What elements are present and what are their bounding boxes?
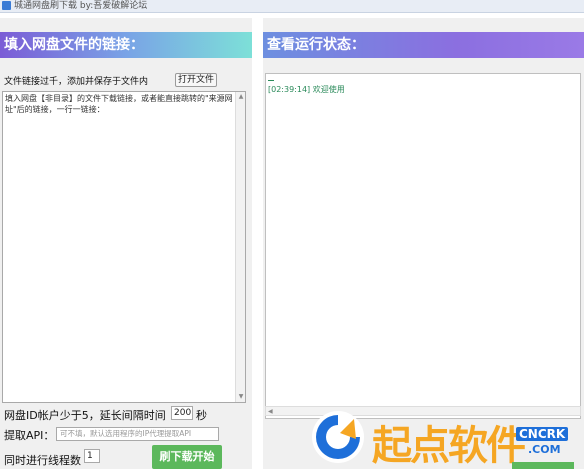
window-title: 城通网盘刷下载 by:吾爱破解论坛 [14, 1, 148, 11]
threads-input[interactable]: 1 [84, 449, 100, 463]
watermark-brand: 起点软件 [372, 423, 526, 469]
scroll-down-icon[interactable]: ▼ [237, 393, 245, 401]
textarea-scrollbar[interactable]: ▲ ▼ [235, 92, 245, 402]
api-input[interactable]: 可不填，默认选用程序的IP代理提取API [56, 427, 219, 441]
threads-label: 同时进行线程数 [4, 454, 81, 467]
app-icon [2, 1, 11, 10]
delay-label: 网盘ID帐户少于5，延长间隔时间 [4, 409, 166, 422]
links-section-header: 填入网盘文件的链接： [0, 32, 252, 58]
left-panel: 填入网盘文件的链接： 文件链接过千，添加并保存于文件内 打开文件 填入网盘【非目… [0, 18, 252, 469]
watermark-badge: CNCRK [516, 427, 569, 441]
status-log[interactable]: [02:39:14] 欢迎使用 [265, 73, 581, 419]
links-textarea[interactable]: 填入网盘【非目录】的文件下载链接，或者能直接跳转的"来源网址"后的链接，一行一链… [2, 91, 246, 403]
status-section-header: 查看运行状态： [263, 32, 584, 58]
api-label: 提取API： [4, 429, 55, 442]
links-textarea-placeholder: 填入网盘【非目录】的文件下载链接，或者能直接跳转的"来源网址"后的链接，一行一链… [5, 94, 233, 114]
open-file-button[interactable]: 打开文件 [175, 73, 217, 87]
delay-unit-label: 秒 [196, 409, 207, 422]
watermark-logo-icon [312, 411, 364, 463]
panel-gap [252, 18, 263, 469]
start-download-button[interactable]: 刷下载开始 [152, 445, 222, 469]
scroll-left-icon[interactable]: ◀ [268, 407, 273, 416]
partial-button-strip [512, 462, 574, 469]
log-caret [268, 80, 274, 81]
log-line: [02:39:14] 欢迎使用 [268, 85, 345, 94]
delay-input[interactable]: 200 [171, 406, 193, 420]
scroll-up-icon[interactable]: ▲ [237, 93, 245, 101]
watermark: 起点软件 CNCRK .COM [290, 405, 584, 469]
file-hint-text: 文件链接过千，添加并保存于文件内 [4, 77, 149, 87]
title-bar: 城通网盘刷下载 by:吾爱破解论坛 [0, 0, 584, 13]
watermark-domain: .COM [528, 443, 561, 456]
right-panel: 查看运行状态： [02:39:14] 欢迎使用 ◀ [263, 18, 584, 469]
